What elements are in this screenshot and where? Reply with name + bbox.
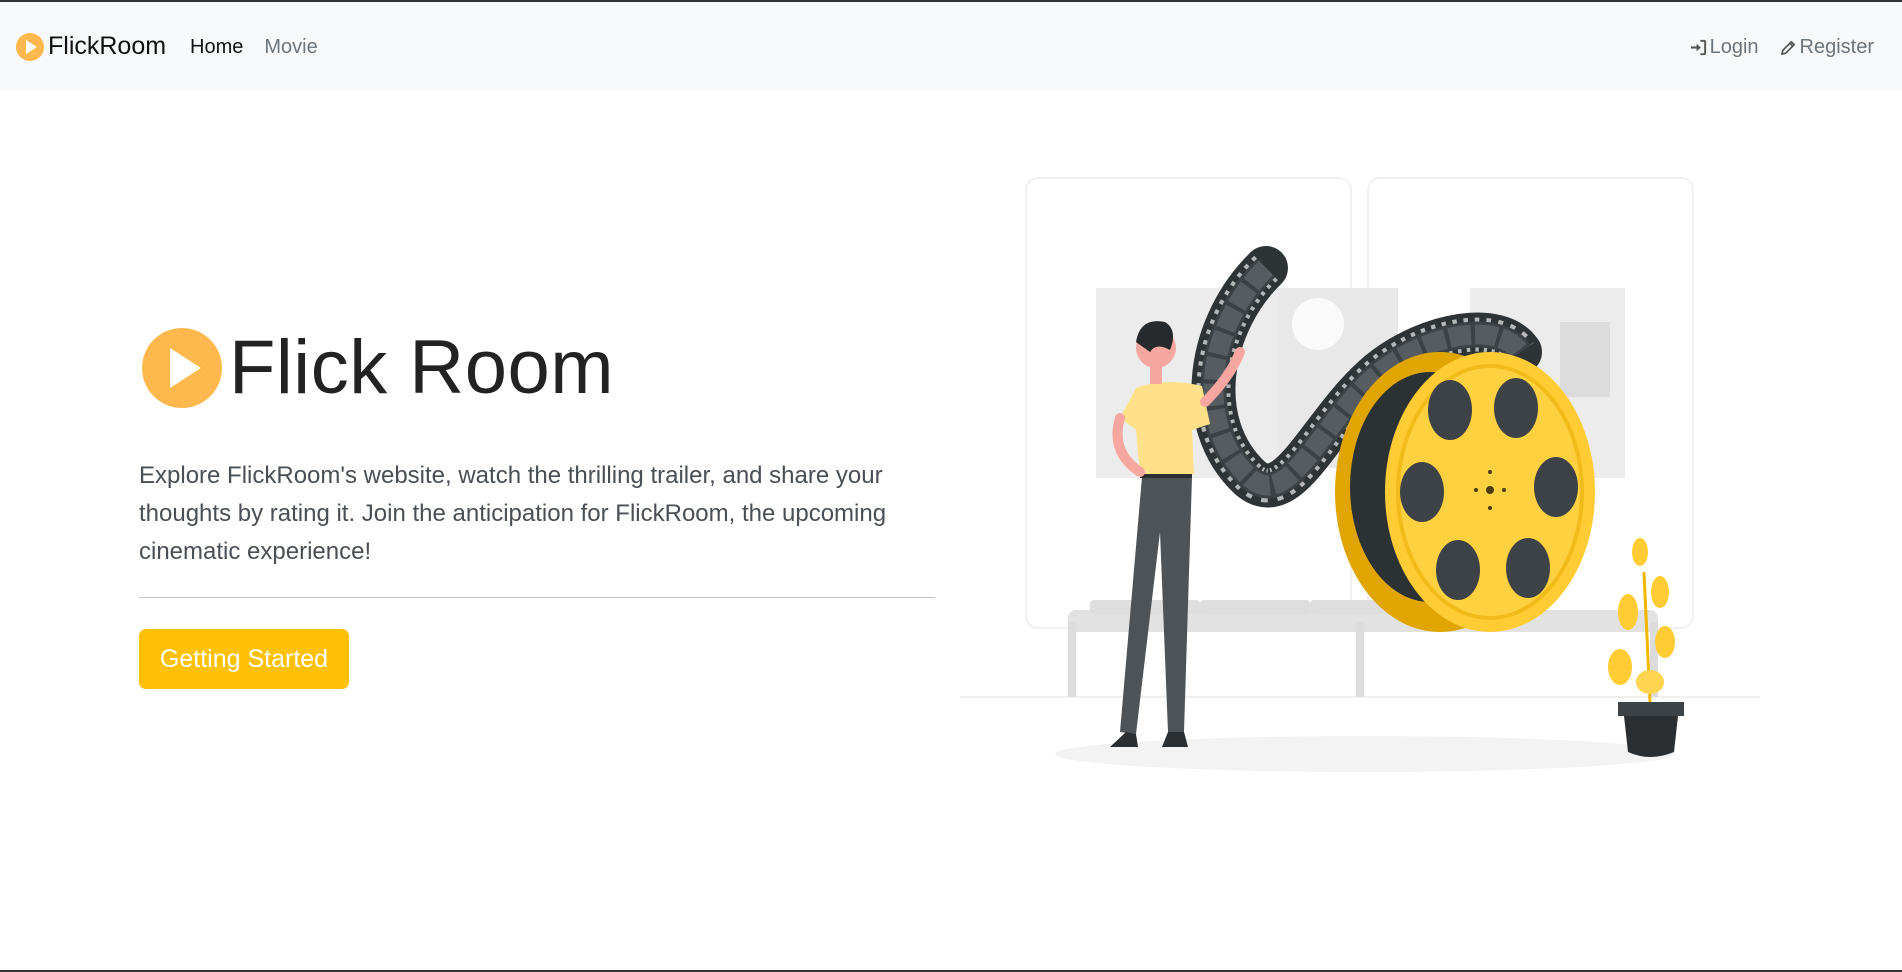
plant <box>1608 538 1684 757</box>
login-label: Login <box>1709 36 1759 58</box>
app-frame: FlickRoom Home Movie Login Register Flic… <box>0 0 1902 972</box>
hero-heading: Flick Room <box>141 324 614 411</box>
hero-divider <box>139 597 935 598</box>
register-label: Register <box>1799 36 1874 58</box>
navbar: FlickRoom Home Movie Login Register <box>0 2 1902 90</box>
nav-link-movie[interactable]: Movie <box>264 36 317 59</box>
brand-name: FlickRoom <box>48 32 167 60</box>
auth-links: Login Register <box>1689 36 1874 59</box>
sign-in-icon <box>1690 39 1706 56</box>
play-circle-icon <box>142 327 222 408</box>
nav-link-home[interactable]: Home <box>190 36 243 59</box>
hero-title: Flick Room <box>229 325 615 410</box>
getting-started-button[interactable]: Getting Started <box>139 629 349 689</box>
login-link[interactable]: Login <box>1689 36 1759 59</box>
film-reel-illustration <box>960 177 1760 772</box>
pencil-icon <box>1780 40 1795 56</box>
hero-description: Explore FlickRoom's website, watch the t… <box>139 462 887 565</box>
register-link[interactable]: Register <box>1779 36 1874 59</box>
brand-link[interactable]: FlickRoom <box>16 32 166 61</box>
play-circle-icon <box>16 32 44 61</box>
nav-links: Home Movie <box>190 36 318 59</box>
